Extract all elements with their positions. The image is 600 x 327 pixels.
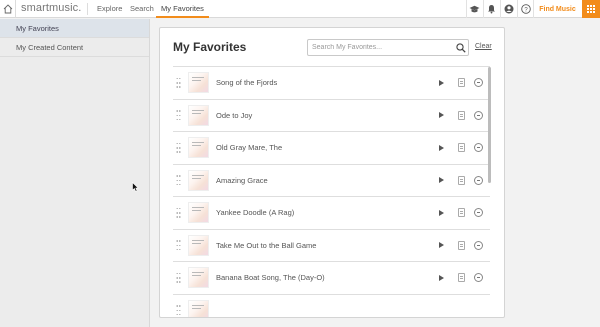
document-icon[interactable]	[458, 175, 465, 185]
play-icon[interactable]	[439, 242, 444, 249]
sheet-music-thumbnail	[188, 299, 209, 317]
nav-search[interactable]: Search	[130, 4, 154, 13]
remove-favorite-icon[interactable]	[474, 175, 483, 185]
apps-grid-icon	[587, 5, 595, 13]
drag-handle-icon[interactable]	[176, 272, 182, 283]
song-title[interactable]: Banana Boat Song, The (Day-O)	[216, 273, 325, 282]
courses-button[interactable]	[466, 0, 482, 18]
play-icon[interactable]	[439, 79, 444, 86]
nav-my-favorites[interactable]: My Favorites	[156, 0, 209, 18]
drag-handle-icon[interactable]	[176, 175, 182, 186]
favorites-panel: My Favorites Clear Song of the Fjords Od…	[159, 27, 505, 318]
document-icon[interactable]	[458, 273, 465, 283]
page-title: My Favorites	[173, 40, 247, 54]
account-button[interactable]	[500, 0, 516, 18]
svg-text:?: ?	[524, 7, 528, 13]
user-icon	[504, 4, 513, 14]
sidebar-item-my-created-content[interactable]: My Created Content	[0, 38, 149, 57]
search-input[interactable]	[307, 39, 469, 56]
list-item[interactable]	[173, 293, 490, 317]
document-icon[interactable]	[458, 208, 465, 218]
remove-favorite-icon[interactable]	[474, 78, 483, 88]
drag-handle-icon[interactable]	[176, 305, 182, 316]
sheet-music-thumbnail	[188, 104, 209, 126]
song-title[interactable]: Yankee Doodle (A Rag)	[216, 208, 294, 217]
remove-favorite-icon[interactable]	[474, 240, 483, 250]
favorites-list: Song of the Fjords Ode to Joy Old Gray M…	[173, 66, 490, 317]
document-icon[interactable]	[458, 143, 465, 153]
home-button[interactable]	[0, 0, 16, 18]
document-icon[interactable]	[458, 78, 465, 88]
list-scrollbar[interactable]	[488, 67, 491, 183]
document-icon[interactable]	[458, 110, 465, 120]
list-item[interactable]: Old Gray Mare, The	[173, 131, 490, 164]
play-icon[interactable]	[439, 209, 444, 216]
song-title[interactable]: Old Gray Mare, The	[216, 143, 282, 152]
drag-handle-icon[interactable]	[176, 110, 182, 121]
song-title[interactable]: Ode to Joy	[216, 111, 252, 120]
sheet-music-thumbnail	[188, 234, 209, 256]
remove-favorite-icon[interactable]	[474, 208, 483, 218]
play-icon[interactable]	[439, 144, 444, 151]
list-item[interactable]: Amazing Grace	[173, 163, 490, 197]
play-icon[interactable]	[439, 177, 444, 184]
document-icon[interactable]	[458, 240, 465, 250]
list-item[interactable]: Banana Boat Song, The (Day-O)	[173, 261, 490, 294]
sheet-music-thumbnail	[188, 267, 209, 289]
song-title[interactable]: Amazing Grace	[216, 176, 268, 185]
song-title[interactable]: Song of the Fjords	[216, 78, 277, 87]
sheet-music-thumbnail	[188, 169, 209, 191]
top-bar: smartmusic. Explore Search My Favorites …	[0, 0, 600, 18]
list-item[interactable]: Take Me Out to the Ball Game	[173, 228, 490, 262]
list-item[interactable]: Ode to Joy	[173, 98, 490, 132]
search-icon[interactable]	[456, 43, 466, 53]
notifications-button[interactable]	[483, 0, 499, 18]
help-icon: ?	[520, 4, 531, 14]
list-item[interactable]: Song of the Fjords	[173, 66, 490, 99]
smartmusic-logo[interactable]: smartmusic.	[21, 2, 81, 14]
graduation-cap-icon	[469, 5, 480, 12]
drag-handle-icon[interactable]	[176, 142, 182, 153]
logo-divider	[87, 3, 88, 15]
sheet-music-thumbnail	[188, 72, 209, 94]
mouse-cursor-icon	[132, 182, 139, 192]
apps-button[interactable]	[582, 0, 600, 18]
remove-favorite-icon[interactable]	[474, 110, 483, 120]
sidebar-item-my-favorites[interactable]: My Favorites	[0, 19, 149, 38]
home-icon	[3, 4, 12, 14]
find-music-button[interactable]: Find Music	[533, 0, 581, 18]
sheet-music-thumbnail	[188, 137, 209, 159]
nav-explore[interactable]: Explore	[97, 4, 122, 13]
sheet-music-thumbnail	[188, 202, 209, 224]
song-title[interactable]: Take Me Out to the Ball Game	[216, 241, 316, 250]
play-icon[interactable]	[439, 274, 444, 281]
drag-handle-icon[interactable]	[176, 207, 182, 218]
drag-handle-icon[interactable]	[176, 240, 182, 251]
list-item[interactable]: Yankee Doodle (A Rag)	[173, 196, 490, 229]
sidebar: My Favorites My Created Content	[0, 19, 150, 327]
remove-favorite-icon[interactable]	[474, 143, 483, 153]
help-button[interactable]: ?	[517, 0, 533, 18]
drag-handle-icon[interactable]	[176, 77, 182, 88]
clear-button[interactable]: Clear	[475, 43, 492, 50]
remove-favorite-icon[interactable]	[474, 273, 483, 283]
bell-icon	[488, 5, 495, 14]
play-icon[interactable]	[439, 112, 444, 119]
